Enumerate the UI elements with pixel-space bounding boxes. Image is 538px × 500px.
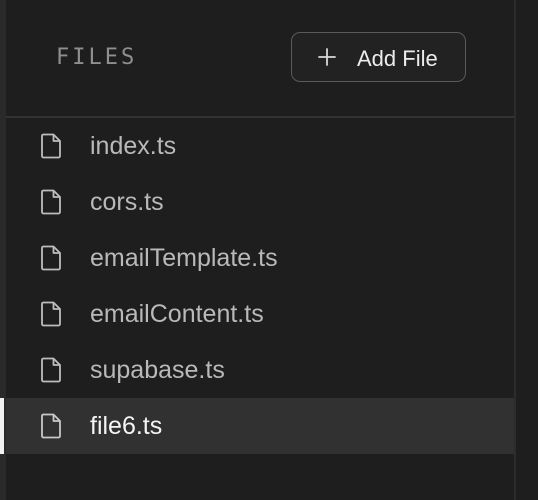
file-item-index-ts[interactable]: index.ts — [6, 118, 514, 174]
add-file-label: Add File — [357, 46, 438, 71]
file-name: emailContent.ts — [90, 300, 264, 328]
file-name: supabase.ts — [90, 356, 225, 384]
file-icon — [41, 301, 61, 327]
file-item-emailtemplate-ts[interactable]: emailTemplate.ts — [6, 230, 514, 286]
file-item-file6-ts[interactable]: file6.ts — [0, 398, 514, 454]
file-name: index.ts — [90, 132, 177, 160]
file-item-supabase-ts[interactable]: supabase.ts — [6, 342, 514, 398]
files-title: FILES — [56, 45, 138, 70]
file-icon — [41, 189, 61, 215]
file-icon — [41, 413, 61, 439]
plus-icon — [318, 48, 336, 66]
add-file-button[interactable]: Add File — [291, 32, 466, 82]
file-icon — [41, 357, 61, 383]
active-indicator — [0, 398, 4, 454]
files-panel: FILES Add File index.ts cors.ts emailTem… — [0, 0, 538, 500]
file-name: file6.ts — [90, 412, 163, 440]
file-item-cors-ts[interactable]: cors.ts — [6, 174, 514, 230]
panel-right-border — [514, 0, 516, 500]
file-item-emailcontent-ts[interactable]: emailContent.ts — [6, 286, 514, 342]
files-header: FILES Add File — [6, 0, 514, 116]
file-icon — [41, 245, 61, 271]
file-list: index.ts cors.ts emailTemplate.ts emailC… — [0, 118, 514, 454]
file-name: cors.ts — [90, 188, 164, 216]
file-name: emailTemplate.ts — [90, 244, 278, 272]
file-icon — [41, 133, 61, 159]
